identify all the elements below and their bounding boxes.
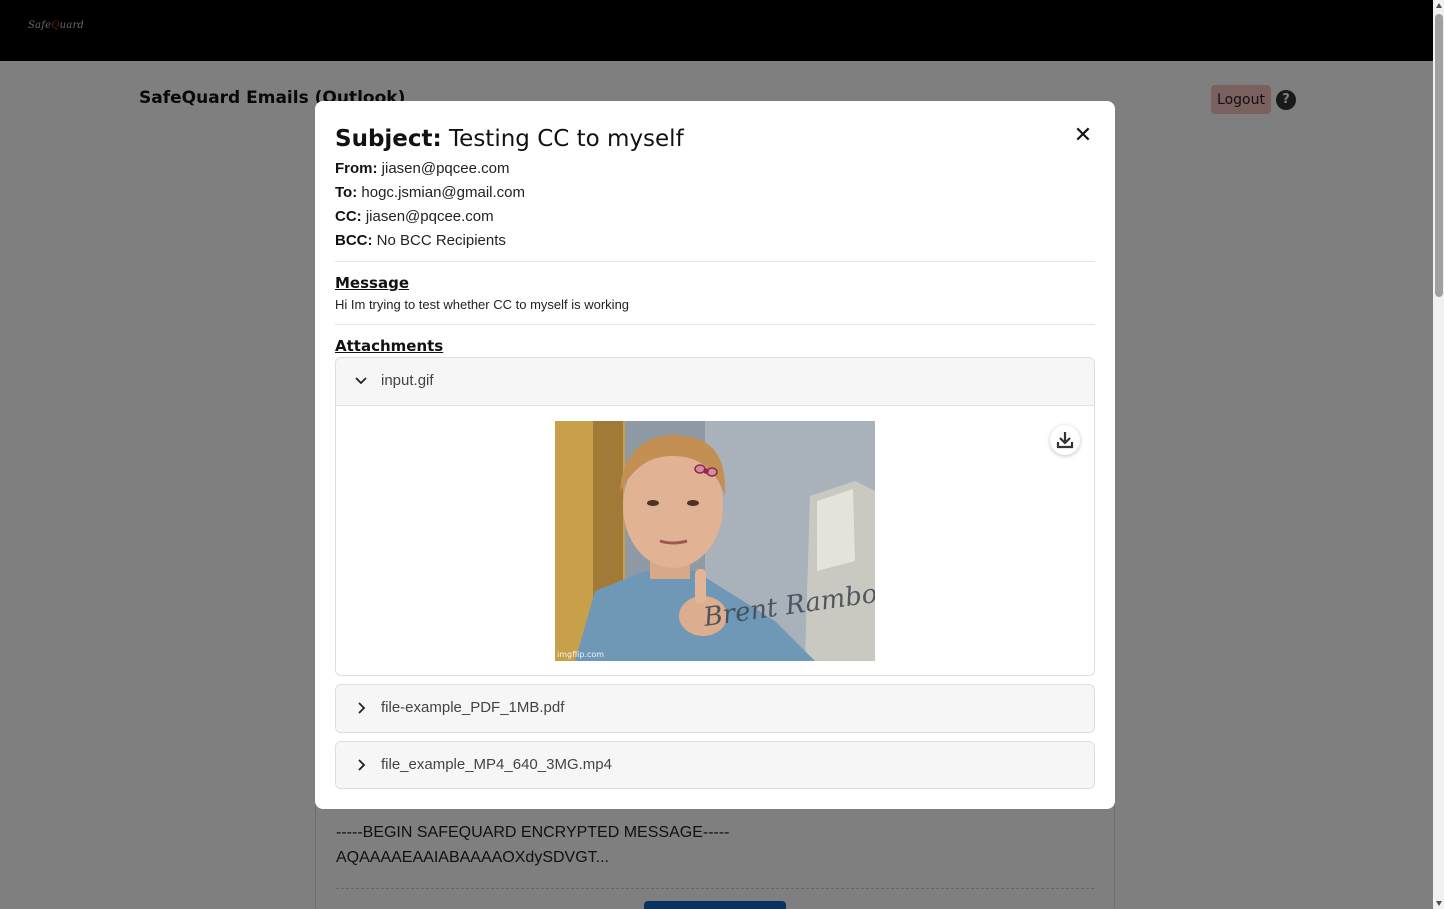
subject-value: Testing CC to myself bbox=[449, 126, 684, 152]
to-value: hogc.jsmian@gmail.com bbox=[361, 184, 526, 201]
scrollbar-thumb[interactable] bbox=[1435, 14, 1443, 297]
attachment-name: input.gif bbox=[381, 372, 434, 389]
message-body: Hi Im trying to test whether CC to mysel… bbox=[335, 297, 630, 312]
from-line: From: jiasen@pqcee.com bbox=[335, 160, 509, 177]
attachments-section-title: Attachments bbox=[335, 337, 444, 355]
attachment-header-mp4[interactable]: file_example_MP4_640_3MG.mp4 bbox=[336, 742, 1094, 788]
attachment-name: file_example_MP4_640_3MG.mp4 bbox=[381, 756, 612, 773]
attachment-preview: Brent Rambo imgflip.com bbox=[336, 405, 1094, 675]
subject-label: Subject: bbox=[335, 126, 442, 152]
email-subject: Subject: Testing CC to myself bbox=[335, 126, 684, 152]
bcc-value: No BCC Recipients bbox=[376, 232, 506, 249]
cc-value: jiasen@pqcee.com bbox=[365, 208, 494, 225]
scroll-up-arrow-icon[interactable] bbox=[1436, 3, 1442, 8]
bcc-line: BCC: No BCC Recipients bbox=[335, 232, 506, 249]
chevron-down-icon bbox=[354, 372, 368, 390]
attachment-item: input.gif Brent Rambo imgflip.com bbox=[335, 357, 1095, 676]
chevron-right-icon bbox=[354, 756, 368, 774]
attachment-item: file_example_MP4_640_3MG.mp4 bbox=[335, 741, 1095, 789]
cc-line: CC: jiasen@pqcee.com bbox=[335, 208, 494, 225]
close-icon[interactable]: ✕ bbox=[1070, 123, 1096, 149]
scroll-down-arrow-icon[interactable] bbox=[1436, 901, 1442, 906]
message-section-title: Message bbox=[335, 274, 409, 292]
attachment-item: file-example_PDF_1MB.pdf bbox=[335, 684, 1095, 733]
message-divider bbox=[335, 324, 1095, 325]
cc-label: CC: bbox=[335, 208, 362, 225]
attachment-name: file-example_PDF_1MB.pdf bbox=[381, 699, 565, 716]
gif-preview-image: Brent Rambo imgflip.com bbox=[555, 421, 875, 661]
from-label: From: bbox=[335, 160, 378, 177]
from-value: jiasen@pqcee.com bbox=[381, 160, 510, 177]
download-button[interactable] bbox=[1050, 425, 1080, 455]
gif-watermark: imgflip.com bbox=[557, 650, 604, 659]
download-icon bbox=[1056, 432, 1074, 449]
to-label: To: bbox=[335, 184, 358, 201]
chevron-right-icon bbox=[354, 699, 368, 717]
attachment-header-pdf[interactable]: file-example_PDF_1MB.pdf bbox=[336, 685, 1094, 732]
header-divider bbox=[335, 261, 1095, 262]
to-line: To: hogc.jsmian@gmail.com bbox=[335, 184, 525, 201]
attachment-header-input-gif[interactable]: input.gif bbox=[336, 358, 1094, 405]
bcc-label: BCC: bbox=[335, 232, 373, 249]
